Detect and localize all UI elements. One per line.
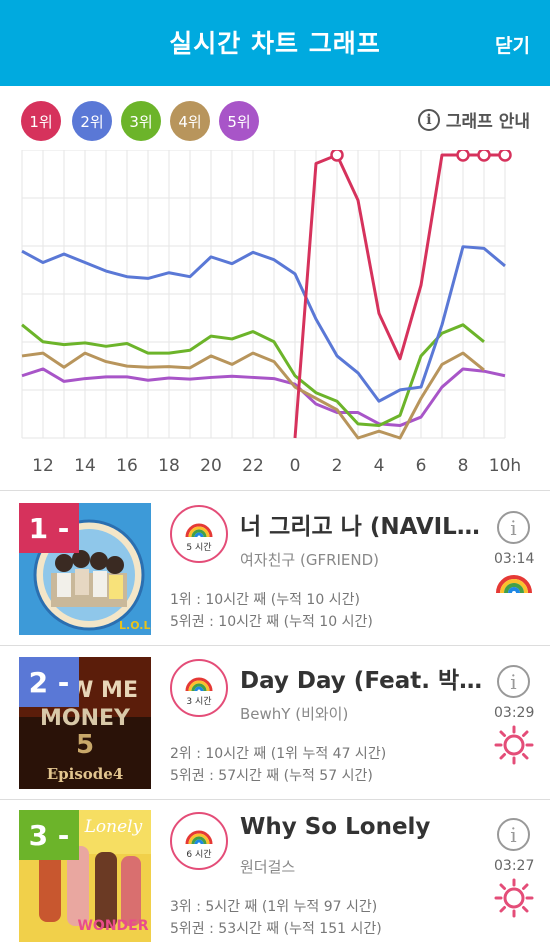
- rank-stat: 1위 : 10시간 째 (누적 10 시간): [170, 592, 360, 608]
- song-artist: BewhY (비와이): [240, 705, 349, 723]
- song-title: Why So Lonely: [240, 814, 431, 840]
- song-info-button[interactable]: i: [497, 511, 530, 544]
- song-row-1[interactable]: L.O.L 1 - 5 시간 너 그리고 나 (NAVILLERA) 여자친구 …: [0, 493, 550, 643]
- app-header: 실시간 차트 그래프 닫기: [0, 0, 550, 86]
- first-place-marker: [330, 150, 344, 162]
- sun-icon: [494, 878, 534, 918]
- sun-icon: [494, 725, 534, 765]
- svg-text:o Lonely: o Lonely: [69, 817, 143, 837]
- x-tick-label: 12: [32, 456, 54, 476]
- divider: [0, 490, 550, 491]
- legend-chip-rank-1[interactable]: 1위: [21, 101, 61, 141]
- song-artist: 여자친구 (GFRIEND): [240, 551, 380, 569]
- info-icon: i: [417, 108, 440, 131]
- x-tick-label: 20: [200, 456, 222, 476]
- rank-badge: 2 -: [19, 657, 79, 707]
- top5-stat: 5위권 : 53시간 째 (누적 151 시간): [170, 921, 382, 937]
- divider: [0, 645, 550, 646]
- top-hours-badge: 6 시간: [170, 812, 228, 870]
- rank-stat: 3위 : 5시간 째 (1위 누적 97 시간): [170, 899, 378, 915]
- rank-badge: 3 -: [19, 810, 79, 860]
- first-place-marker: [456, 150, 470, 162]
- x-tick-label: 14: [74, 456, 96, 476]
- first-place-marker: [498, 150, 512, 162]
- legend-chip-rank-3[interactable]: 3위: [121, 101, 161, 141]
- top5-stat: 5위권 : 57시간 째 (누적 57 시간): [170, 768, 373, 784]
- x-tick-label: 22: [242, 456, 264, 476]
- song-info-button[interactable]: i: [497, 818, 530, 851]
- svg-text:MONEY: MONEY: [40, 706, 131, 731]
- x-tick-label: 10h: [488, 456, 522, 476]
- rank-badge: 1 -: [19, 503, 79, 553]
- update-time: 03:27: [494, 858, 535, 874]
- svg-text:L.O.L: L.O.L: [119, 619, 151, 632]
- legend-chip-rank-4[interactable]: 4위: [170, 101, 210, 141]
- x-tick-label: 2: [331, 456, 343, 476]
- svg-text:Episode4: Episode4: [47, 765, 124, 783]
- album-cover: HOW ME MONEY 5 Episode4 2 -: [19, 657, 151, 789]
- update-time: 03:14: [494, 551, 535, 567]
- x-tick-label: 16: [116, 456, 138, 476]
- x-tick-label: 8: [457, 456, 469, 476]
- rank-stat: 2위 : 10시간 째 (1위 누적 47 시간): [170, 746, 387, 762]
- rank-line-chart: [21, 150, 512, 440]
- song-title: Day Day (Feat. 박재범): [240, 668, 485, 694]
- rainbow-icon: [496, 575, 532, 594]
- svg-text:5: 5: [76, 730, 94, 760]
- hours-label: 3 시간: [186, 697, 212, 707]
- song-info-button[interactable]: i: [497, 665, 530, 698]
- album-cover: L.O.L 1 -: [19, 503, 151, 635]
- song-row-3[interactable]: o Lonely WONDER 3 - 6 시간 Why So Lonely 원…: [0, 800, 550, 950]
- song-title: 너 그리고 나 (NAVILLERA): [240, 514, 485, 540]
- svg-text:WONDER: WONDER: [77, 918, 148, 934]
- song-artist: 원더걸스: [240, 858, 296, 876]
- x-tick-label: 18: [158, 456, 180, 476]
- song-row-2[interactable]: HOW ME MONEY 5 Episode4 2 - 3 시간 Day Day…: [0, 647, 550, 797]
- album-cover: o Lonely WONDER 3 -: [19, 810, 151, 942]
- hours-label: 5 시간: [186, 543, 212, 553]
- first-place-marker: [477, 150, 491, 162]
- legend-chip-rank-5[interactable]: 5위: [219, 101, 259, 141]
- page-title: 실시간 차트 그래프: [169, 29, 381, 58]
- hours-label: 6 시간: [186, 850, 212, 860]
- top-hours-badge: 5 시간: [170, 505, 228, 563]
- x-tick-label: 0: [289, 456, 301, 476]
- update-time: 03:29: [494, 705, 535, 721]
- top-hours-badge: 3 시간: [170, 659, 228, 717]
- legend-chip-rank-2[interactable]: 2위: [72, 101, 112, 141]
- graph-guide-label: 그래프 안내: [445, 112, 530, 132]
- graph-guide-button[interactable]: i 그래프 안내: [417, 107, 530, 132]
- x-tick-label: 6: [415, 456, 427, 476]
- top5-stat: 5위권 : 10시간 째 (누적 10 시간): [170, 614, 373, 630]
- x-tick-label: 4: [373, 456, 385, 476]
- close-button[interactable]: 닫기: [495, 31, 530, 58]
